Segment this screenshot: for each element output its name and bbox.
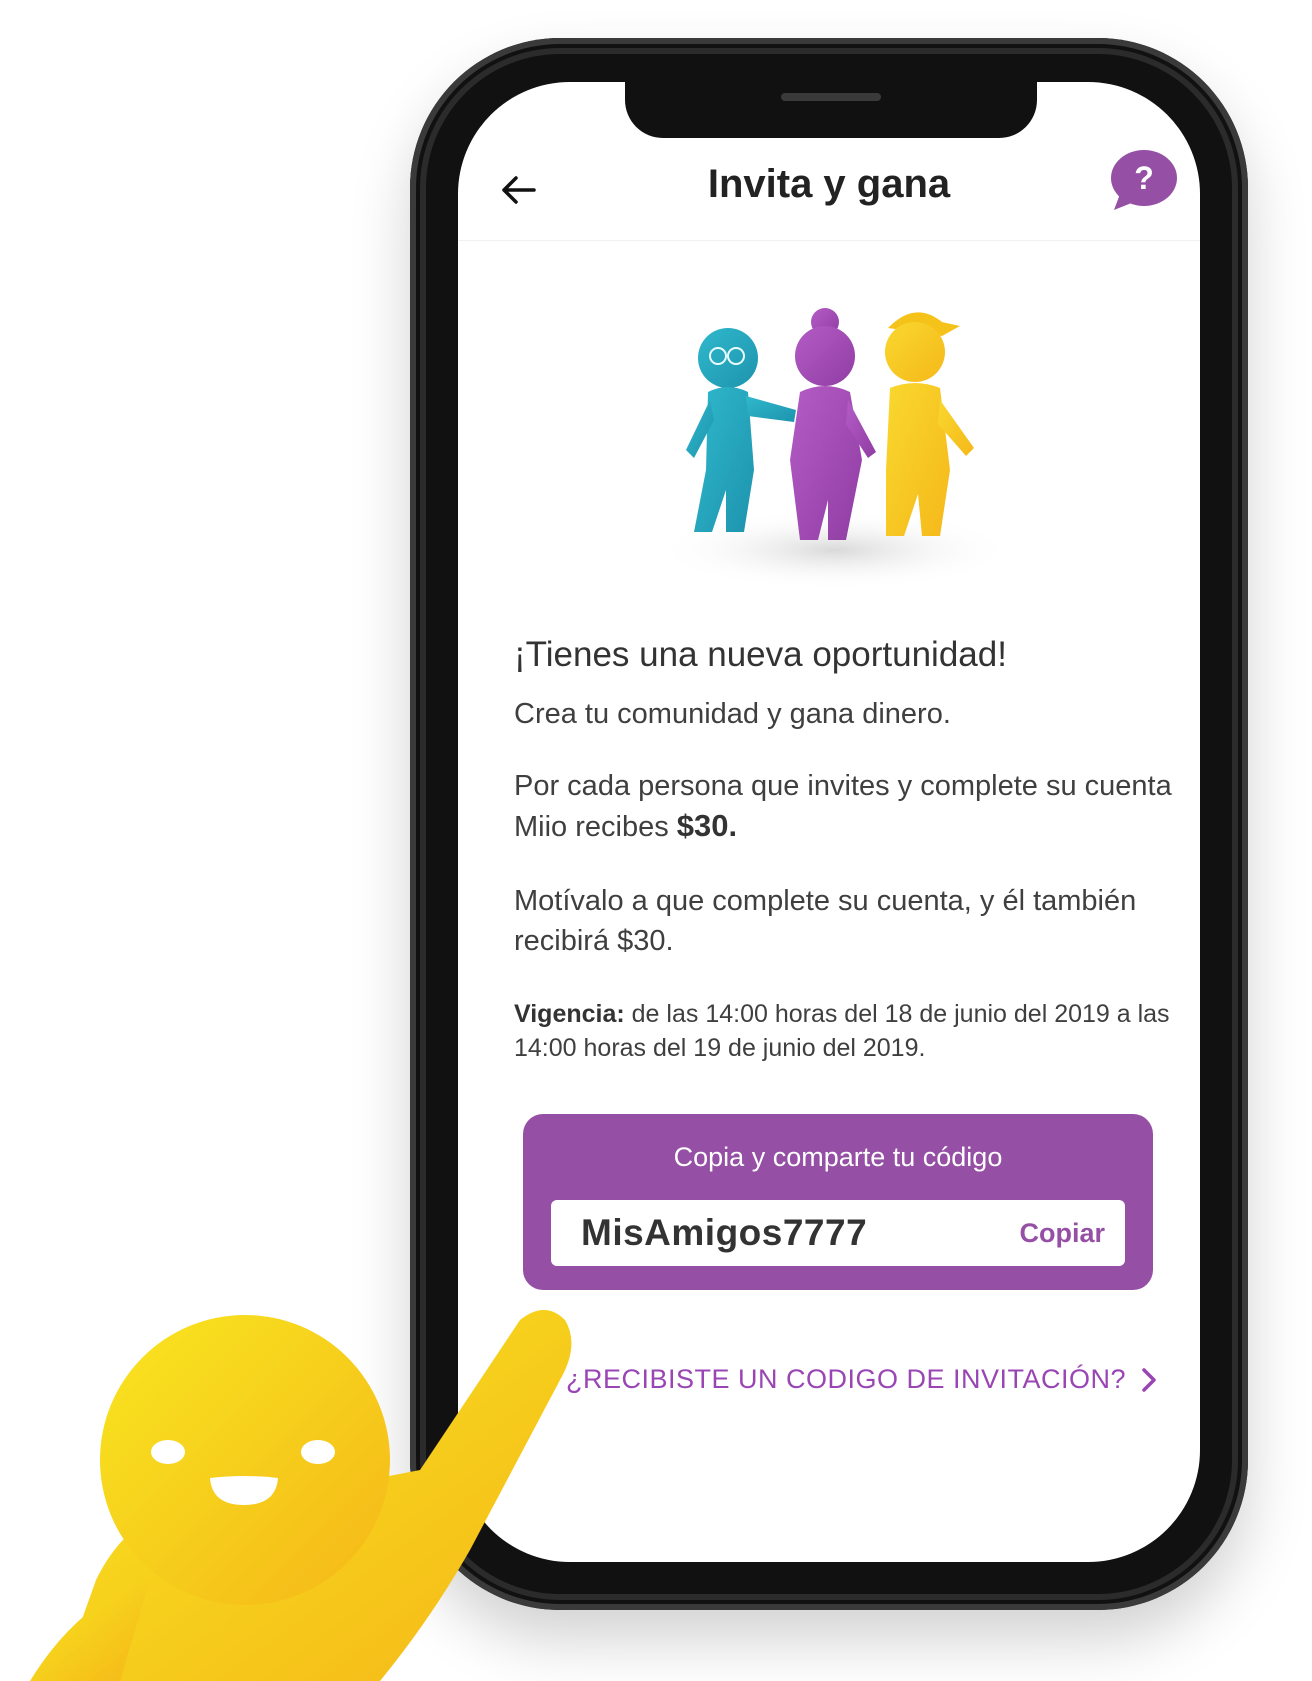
received-code-link-label: ¿RECIBISTE UN CODIGO DE INVITACIÓN? [566,1364,1127,1394]
purple-figure [790,308,876,540]
app-header: Invita y gana ? [458,140,1200,241]
reward-amount: $30. [676,808,738,843]
help-button[interactable]: ? [1108,148,1178,214]
page-title: Invita y gana [707,162,951,206]
reward-prefix: Por cada persona que invites y complete … [514,770,1172,843]
yellow-figure [885,312,974,536]
community-illustration [655,308,1015,590]
copy-button[interactable]: Copiar [1019,1218,1105,1249]
motivation-text: Motívalo a que complete su cuenta, y él … [514,885,1137,957]
intro-text: Crea tu comunidad y gana dinero. [514,698,951,730]
reward-text: Por cada persona que invites y complete … [514,766,1174,847]
share-code-card: Copia y comparte tu código MisAmigos7777… [523,1114,1153,1290]
code-card-title: Copia y comparte tu código [673,1142,1003,1172]
validity-label: Vigencia: [514,1000,625,1028]
teal-figure [686,328,796,532]
mascot-character [30,1310,572,1681]
code-box: MisAmigos7777 Copiar [551,1200,1125,1266]
invite-content: ¡Tienes una nueva oportunidad! Crea tu c… [514,630,1174,1090]
help-symbol: ? [1134,160,1154,196]
phone-speaker [781,93,881,101]
invite-code[interactable]: MisAmigos7777 [581,1212,867,1254]
validity-text: Vigencia: de las 14:00 horas del 18 de j… [514,997,1174,1065]
phone-notch [625,82,1037,138]
headline: ¡Tienes una nueva oportunidad! [514,635,1007,674]
chat-help-icon: ? [1111,150,1177,210]
chevron-right-icon [1142,1367,1156,1392]
received-code-link[interactable]: ¿RECIBISTE UN CODIGO DE INVITACIÓN? [566,1364,1158,1395]
